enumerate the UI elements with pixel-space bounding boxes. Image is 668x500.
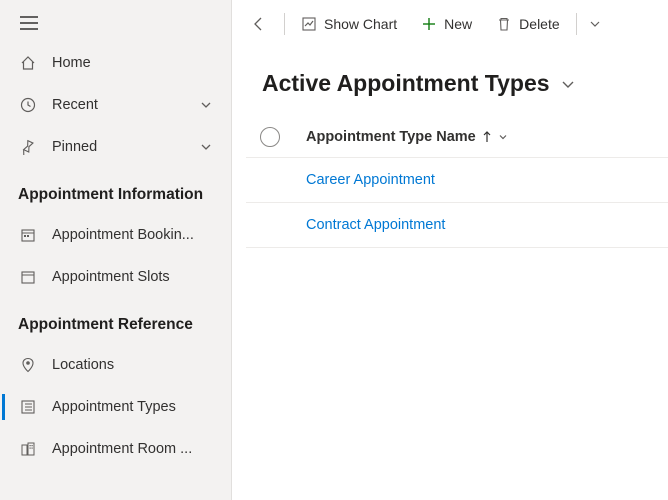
hamburger-icon (20, 16, 38, 30)
view-selector-button[interactable] (560, 76, 576, 92)
pin-icon (18, 139, 38, 155)
nav-label: Appointment Bookin... (52, 227, 213, 243)
separator (284, 13, 285, 35)
nav-label: Appointment Room ... (52, 441, 213, 457)
column-label: Appointment Type Name (306, 129, 476, 145)
arrow-left-icon (250, 15, 268, 33)
delete-button[interactable]: Delete (486, 6, 569, 42)
chevron-down-icon (560, 76, 576, 92)
show-chart-label: Show Chart (324, 16, 397, 32)
home-icon (18, 55, 38, 71)
trash-icon (496, 16, 512, 32)
command-bar: Show Chart New Delete (232, 0, 668, 48)
page-title: Active Appointment Types (262, 70, 550, 97)
nav-label: Home (52, 55, 213, 71)
chevron-down-icon (199, 140, 213, 154)
sort-asc-icon (482, 131, 492, 143)
hamburger-button[interactable] (0, 0, 231, 42)
new-button[interactable]: New (411, 6, 482, 42)
group-header-appt-info: Appointment Information (0, 168, 231, 214)
select-all-checkbox[interactable] (260, 127, 280, 147)
nav-label: Pinned (52, 139, 199, 155)
nav-appt-slots[interactable]: Appointment Slots (0, 256, 231, 298)
group-header-appt-ref: Appointment Reference (0, 298, 231, 344)
main-content: Show Chart New Delete Active Appointment… (232, 0, 668, 500)
nav-appt-booking[interactable]: Appointment Bookin... (0, 214, 231, 256)
nav-home[interactable]: Home (0, 42, 231, 84)
new-label: New (444, 16, 472, 32)
grid-header-row: Appointment Type Name (246, 117, 668, 158)
record-link[interactable]: Contract Appointment (306, 217, 445, 233)
separator (576, 13, 577, 35)
nav-label: Appointment Types (52, 399, 213, 415)
nav-recent[interactable]: Recent (0, 84, 231, 126)
plus-icon (421, 16, 437, 32)
clock-icon (18, 97, 38, 113)
nav-appt-room[interactable]: Appointment Room ... (0, 428, 231, 470)
column-header-name[interactable]: Appointment Type Name (306, 129, 508, 145)
nav-label: Locations (52, 357, 213, 373)
building-icon (18, 441, 38, 457)
sidebar: Home Recent Pinned Appointment Informati… (0, 0, 232, 500)
nav-locations[interactable]: Locations (0, 344, 231, 386)
grid-row[interactable]: Career Appointment (246, 158, 668, 203)
delete-label: Delete (519, 16, 559, 32)
chart-icon (301, 16, 317, 32)
record-link[interactable]: Career Appointment (306, 172, 435, 188)
show-chart-button[interactable]: Show Chart (291, 6, 407, 42)
data-grid: Appointment Type Name Career Appointment… (246, 117, 668, 248)
page-title-row: Active Appointment Types (232, 48, 668, 117)
grid-row[interactable]: Contract Appointment (246, 203, 668, 248)
calendar-booking-icon (18, 227, 38, 243)
list-icon (18, 399, 38, 415)
chevron-down-icon (498, 132, 508, 142)
chevron-down-icon (589, 18, 601, 30)
column-dropdown-button[interactable] (498, 132, 508, 142)
location-pin-icon (18, 357, 38, 373)
calendar-slots-icon (18, 269, 38, 285)
back-button[interactable] (240, 6, 278, 42)
delete-split-button[interactable] (583, 6, 607, 42)
nav-pinned[interactable]: Pinned (0, 126, 231, 168)
nav-label: Appointment Slots (52, 269, 213, 285)
nav-label: Recent (52, 97, 199, 113)
chevron-down-icon (199, 98, 213, 112)
nav-appt-types[interactable]: Appointment Types (0, 386, 231, 428)
